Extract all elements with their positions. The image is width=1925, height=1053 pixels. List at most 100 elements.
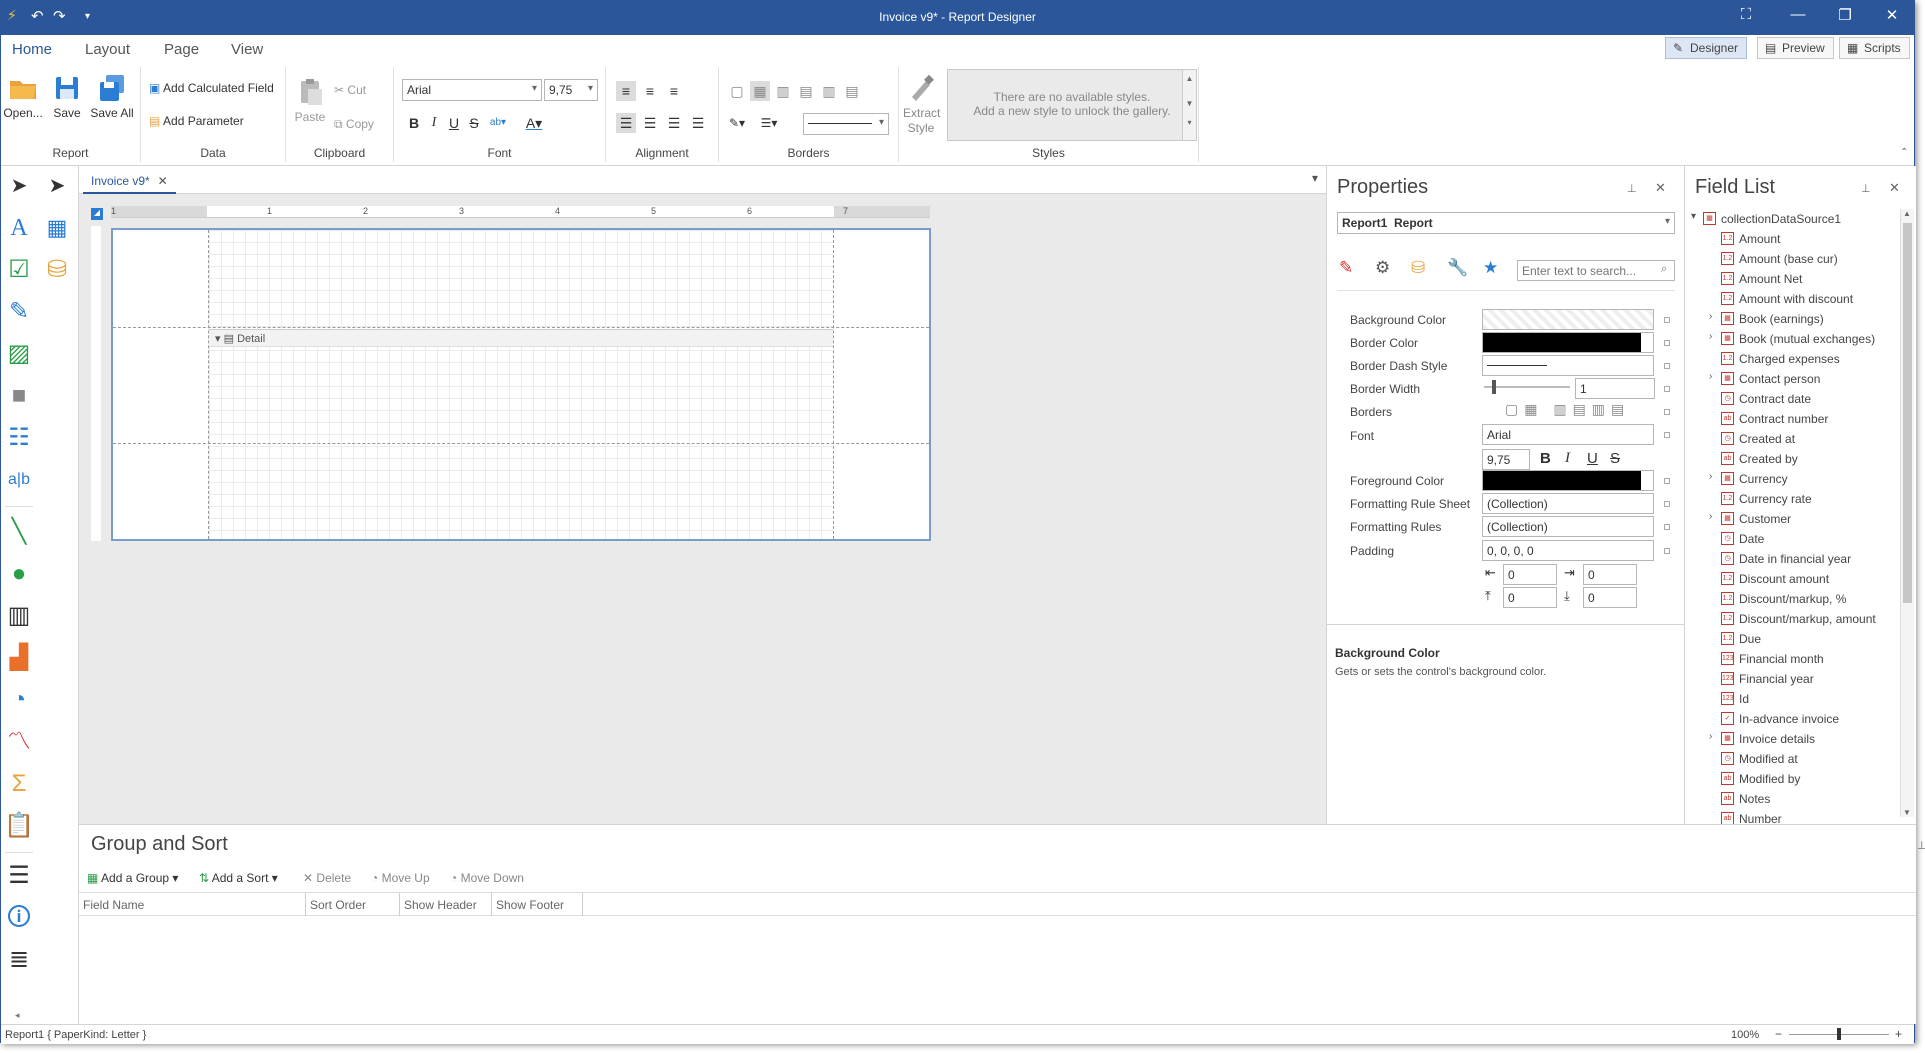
summary-tool-icon[interactable]: Σ: [3, 768, 35, 800]
extract-style-button[interactable]: Extract Style: [903, 73, 940, 136]
pagebreak-tool-icon[interactable]: ≣: [3, 944, 35, 976]
font-size-combo[interactable]: 9,75: [544, 79, 598, 101]
add-group-button[interactable]: ▦ Add a Group ▾: [87, 871, 178, 885]
border-left-icon[interactable]: ▥: [773, 81, 793, 101]
barcode-tool-icon[interactable]: ▥: [3, 600, 35, 632]
open-button[interactable]: Open...: [3, 73, 43, 120]
tab-layout[interactable]: Layout: [85, 41, 130, 58]
field-list-item[interactable]: ◷ Modified at: [1685, 749, 1895, 769]
behavior-tab-icon[interactable]: ⚙: [1375, 258, 1390, 278]
property-reset-dot[interactable]: [1664, 340, 1670, 346]
font-strikeout-icon[interactable]: S: [1610, 450, 1620, 467]
border-top-icon[interactable]: ▤: [796, 81, 816, 101]
border-right-icon[interactable]: ▥: [819, 81, 839, 101]
border-color-icon[interactable]: ✎▾: [727, 113, 747, 133]
table-tool-icon[interactable]: ▦: [41, 212, 73, 244]
scroll-thumb[interactable]: [1903, 223, 1912, 603]
border-all-icon[interactable]: ▦: [750, 81, 770, 101]
field-list-item[interactable]: ◷ Created at: [1685, 429, 1895, 449]
pointer-icon[interactable]: ➤: [3, 170, 35, 202]
scroll-up-icon[interactable]: ▲: [1903, 209, 1911, 218]
strikethrough-icon[interactable]: S: [464, 113, 484, 133]
report-page[interactable]: ▾ ▤ Detail: [111, 228, 931, 541]
font-underline-icon[interactable]: U: [1587, 450, 1598, 467]
delete-button[interactable]: ✕ Delete: [303, 871, 351, 885]
collapse-ribbon-icon[interactable]: ⌃: [1900, 147, 1908, 158]
designer-mode-button[interactable]: ✎ Designer: [1665, 37, 1748, 59]
zoom-out-icon[interactable]: −: [1775, 1027, 1782, 1041]
richtext-tool-icon[interactable]: ✎: [3, 296, 35, 328]
field-list-item[interactable]: ◷ Contract date: [1685, 389, 1895, 409]
expand-icon[interactable]: ›: [1709, 331, 1712, 342]
column-field-name[interactable]: Field Name: [79, 893, 306, 916]
restore-icon[interactable]: ❐: [1830, 6, 1860, 24]
tab-view[interactable]: View: [231, 41, 263, 58]
property-reset-dot[interactable]: [1664, 478, 1670, 484]
expand-icon[interactable]: ›: [1709, 371, 1712, 382]
field-list-item[interactable]: 1.2 Amount with discount: [1685, 289, 1895, 309]
field-list-item[interactable]: ab Notes: [1685, 789, 1895, 809]
favorites-tab-icon[interactable]: ★: [1483, 258, 1498, 278]
foreground-color-field[interactable]: [1482, 470, 1654, 491]
appearance-tab-icon[interactable]: ✎: [1339, 258, 1353, 278]
move-down-button[interactable]: ◔ Move Down: [450, 871, 524, 885]
font-italic-icon[interactable]: I: [1565, 450, 1570, 467]
field-list-item[interactable]: ✓ In-advance invoice: [1685, 709, 1895, 729]
field-list-item[interactable]: 1.2 Discount amount: [1685, 569, 1895, 589]
zoom-slider[interactable]: [1789, 1028, 1889, 1040]
padding-left-spin[interactable]: 0: [1503, 564, 1557, 585]
save-button[interactable]: Save: [47, 73, 87, 120]
highlight-color-icon[interactable]: ab▾: [488, 113, 508, 133]
field-list-item[interactable]: › ▦ Invoice details: [1685, 729, 1895, 749]
border-width-spin[interactable]: 1: [1575, 378, 1655, 399]
padding-top-spin[interactable]: 0: [1503, 587, 1557, 608]
property-reset-dot[interactable]: [1664, 432, 1670, 438]
property-reset-dot[interactable]: [1664, 524, 1670, 530]
expand-icon[interactable]: ›: [1709, 511, 1712, 522]
expand-collapse-icon[interactable]: ▾: [1691, 211, 1696, 222]
field-list-item[interactable]: ◷ Date in financial year: [1685, 549, 1895, 569]
gauge-tool-icon[interactable]: ◔: [3, 684, 35, 716]
field-list-item[interactable]: ab Modified by: [1685, 769, 1895, 789]
band-collapse-icon[interactable]: ▾: [215, 333, 221, 345]
move-up-button[interactable]: ◔ Move Up: [371, 871, 430, 885]
select-icon[interactable]: ➤: [41, 170, 73, 202]
font-family-combo[interactable]: Arial: [402, 79, 542, 101]
field-list-item[interactable]: ab Created by: [1685, 449, 1895, 469]
zoom-in-icon[interactable]: +: [1895, 1027, 1902, 1041]
expand-icon[interactable]: ›: [1709, 471, 1712, 482]
align-center-icon[interactable]: ☰: [640, 113, 660, 133]
cut-button[interactable]: ✂ Cut: [334, 83, 366, 97]
pin-icon[interactable]: ⊥: [1627, 182, 1637, 195]
field-list-item[interactable]: ab Contract number: [1685, 409, 1895, 429]
object-selector-combo[interactable]: Report1 Report: [1337, 212, 1675, 234]
paste-button[interactable]: Paste: [292, 77, 328, 124]
font-size-field[interactable]: 9,75: [1482, 449, 1530, 470]
background-color-field[interactable]: [1482, 309, 1654, 330]
add-calculated-field-button[interactable]: ▣ Add Calculated Field: [149, 81, 274, 95]
field-list-item[interactable]: 123 Id: [1685, 689, 1895, 709]
padding-bottom-spin[interactable]: 0: [1583, 587, 1637, 608]
property-search-input[interactable]: [1517, 260, 1675, 281]
field-list-item[interactable]: ◷ Date: [1685, 529, 1895, 549]
padding-field[interactable]: 0, 0, 0, 0: [1482, 540, 1654, 561]
checkbox-tool-icon[interactable]: ☑: [3, 254, 35, 286]
chart-tool-icon[interactable]: ▟: [3, 642, 35, 674]
fullscreen-icon[interactable]: ⛶: [1731, 6, 1761, 23]
subreport-tool-icon[interactable]: ☷: [3, 422, 35, 454]
property-reset-dot[interactable]: [1664, 363, 1670, 369]
column-sort-order[interactable]: Sort Order: [306, 893, 400, 916]
save-all-button[interactable]: Save All: [89, 73, 135, 120]
styles-gallery-scroll[interactable]: ▲ ▼ ▾: [1182, 70, 1196, 140]
border-dash-style-field[interactable]: [1482, 355, 1654, 376]
property-reset-dot[interactable]: [1664, 317, 1670, 323]
database-tool-icon[interactable]: ⛁: [41, 254, 73, 286]
shape-tool-icon[interactable]: ●: [3, 558, 35, 590]
property-reset-dot[interactable]: [1664, 409, 1670, 415]
border-bottom-icon[interactable]: ▤: [842, 81, 862, 101]
align-left-icon[interactable]: ☰: [616, 113, 636, 133]
field-list-item[interactable]: 1.2 Amount Net: [1685, 269, 1895, 289]
font-family-field[interactable]: Arial: [1482, 424, 1654, 445]
field-list-item[interactable]: 1.2 Discount/markup, %: [1685, 589, 1895, 609]
property-reset-dot[interactable]: [1664, 548, 1670, 554]
